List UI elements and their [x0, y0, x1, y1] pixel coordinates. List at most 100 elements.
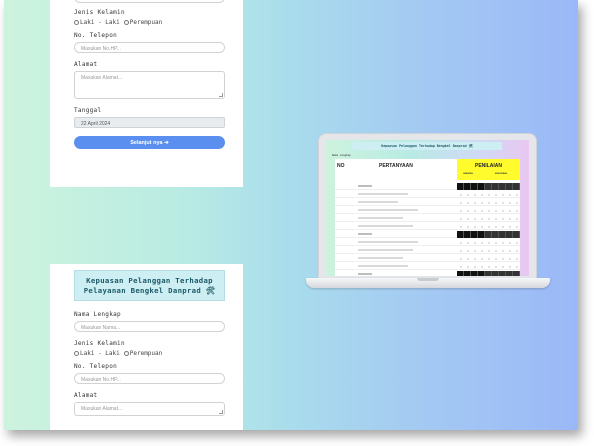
radio-dot-icon[interactable]	[480, 257, 483, 260]
gender-radio-female[interactable]: Perempuan	[123, 350, 162, 357]
radio-dot-icon[interactable]	[473, 249, 476, 252]
radio-dot-icon[interactable]	[508, 217, 511, 220]
radio-dot-icon[interactable]	[466, 209, 469, 212]
radio-dot-icon[interactable]	[494, 249, 497, 252]
radio-dot-icon[interactable]	[515, 257, 518, 260]
radio-dot-icon[interactable]	[501, 209, 504, 212]
radio-dot-icon[interactable]	[508, 209, 511, 212]
radio-dot-icon[interactable]	[466, 265, 469, 268]
radio-dot-icon[interactable]	[501, 257, 504, 260]
name-field-cropped[interactable]	[74, 0, 225, 3]
radio-dot-icon[interactable]	[508, 193, 511, 196]
radio-dot-icon[interactable]	[494, 241, 497, 244]
radio-dot-icon[interactable]	[480, 209, 483, 212]
radio-dot-icon[interactable]	[466, 241, 469, 244]
radio-dot-icon[interactable]	[459, 201, 462, 204]
radio-dot-icon[interactable]	[466, 249, 469, 252]
radio-dot-icon[interactable]	[473, 201, 476, 204]
laptop-base	[306, 278, 550, 288]
date-field[interactable]: 22 April 2024	[74, 117, 225, 128]
radio-dot-icon[interactable]	[473, 257, 476, 260]
radio-dot-icon[interactable]	[459, 217, 462, 220]
radio-dot-icon[interactable]	[480, 217, 483, 220]
radio-dot-icon[interactable]	[459, 193, 462, 196]
radio-dot-icon[interactable]	[480, 241, 483, 244]
radio-dot-icon[interactable]	[494, 193, 497, 196]
radio-dot-icon[interactable]	[480, 201, 483, 204]
radio-dot-icon[interactable]	[487, 249, 490, 252]
radio-dot-icon[interactable]	[494, 265, 497, 268]
radio-dot-icon[interactable]	[501, 201, 504, 204]
radio-dot-icon[interactable]	[508, 249, 511, 252]
radio-dot-icon[interactable]	[459, 257, 462, 260]
rating-cell	[485, 199, 492, 206]
name-input[interactable]: Masukan Nama...	[74, 321, 225, 332]
radio-dot-icon[interactable]	[515, 225, 518, 228]
radio-dot-icon[interactable]	[515, 249, 518, 252]
radio-dot-icon[interactable]	[515, 201, 518, 204]
radio-dot-icon[interactable]	[508, 257, 511, 260]
radio-dot-icon[interactable]	[487, 265, 490, 268]
radio-dot-icon[interactable]	[487, 217, 490, 220]
radio-dot-icon[interactable]	[508, 241, 511, 244]
radio-dot-icon[interactable]	[515, 217, 518, 220]
sheet-row	[335, 255, 520, 262]
phone-input[interactable]: Masukan No.HP...	[74, 42, 225, 53]
radio-dot-icon[interactable]	[459, 265, 462, 268]
radio-dot-icon[interactable]	[487, 201, 490, 204]
radio-dot-icon[interactable]	[480, 265, 483, 268]
radio-dot-icon[interactable]	[508, 225, 511, 228]
rating-header-label: PENILAIAN	[475, 163, 502, 169]
radio-dot-icon[interactable]	[459, 225, 462, 228]
radio-dot-icon[interactable]	[508, 201, 511, 204]
gender-radio-female[interactable]: Perempuan	[123, 19, 162, 26]
radio-dot-icon[interactable]	[515, 241, 518, 244]
radio-dot-icon[interactable]	[515, 209, 518, 212]
radio-dot-icon[interactable]	[494, 217, 497, 220]
radio-dot-icon[interactable]	[466, 193, 469, 196]
radio-dot-icon[interactable]	[473, 225, 476, 228]
address-textarea[interactable]: Masukan Alamat...	[74, 402, 225, 416]
radio-dot-icon[interactable]	[515, 265, 518, 268]
radio-dot-icon[interactable]	[473, 241, 476, 244]
radio-dot-icon[interactable]	[494, 209, 497, 212]
radio-dot-icon[interactable]	[501, 241, 504, 244]
phone-input[interactable]: Masukan No.HP...	[74, 373, 225, 384]
radio-dot-icon[interactable]	[466, 201, 469, 204]
radio-dot-icon[interactable]	[501, 249, 504, 252]
radio-dot-icon[interactable]	[494, 257, 497, 260]
gender-radio-male[interactable]: Laki - Laki	[74, 19, 120, 26]
radio-dot-icon[interactable]	[494, 201, 497, 204]
radio-dot-icon[interactable]	[459, 209, 462, 212]
next-button[interactable]: Selanjut nya ➔	[74, 136, 225, 149]
radio-dot-icon[interactable]	[487, 225, 490, 228]
radio-circle-icon	[123, 351, 129, 356]
radio-dot-icon[interactable]	[466, 257, 469, 260]
address-textarea[interactable]: Masukan Alamat...	[74, 71, 225, 99]
radio-dot-icon[interactable]	[501, 265, 504, 268]
radio-dot-icon[interactable]	[473, 217, 476, 220]
radio-dot-icon[interactable]	[501, 225, 504, 228]
radio-dot-icon[interactable]	[501, 217, 504, 220]
radio-dot-icon[interactable]	[473, 193, 476, 196]
radio-dot-icon[interactable]	[515, 193, 518, 196]
radio-dot-icon[interactable]	[473, 265, 476, 268]
radio-dot-icon[interactable]	[466, 225, 469, 228]
radio-dot-icon[interactable]	[494, 225, 497, 228]
radio-dot-icon[interactable]	[487, 241, 490, 244]
radio-dot-icon[interactable]	[480, 249, 483, 252]
radio-dot-icon[interactable]	[459, 241, 462, 244]
radio-dot-icon[interactable]	[459, 249, 462, 252]
rating-cell	[478, 263, 485, 270]
question-text-bar	[358, 249, 413, 251]
gender-radio-male[interactable]: Laki - Laki	[74, 350, 120, 357]
radio-dot-icon[interactable]	[466, 217, 469, 220]
radio-dot-icon[interactable]	[480, 193, 483, 196]
radio-dot-icon[interactable]	[508, 265, 511, 268]
radio-dot-icon[interactable]	[487, 257, 490, 260]
radio-dot-icon[interactable]	[473, 209, 476, 212]
radio-dot-icon[interactable]	[480, 225, 483, 228]
radio-dot-icon[interactable]	[487, 209, 490, 212]
radio-dot-icon[interactable]	[487, 193, 490, 196]
radio-dot-icon[interactable]	[501, 193, 504, 196]
